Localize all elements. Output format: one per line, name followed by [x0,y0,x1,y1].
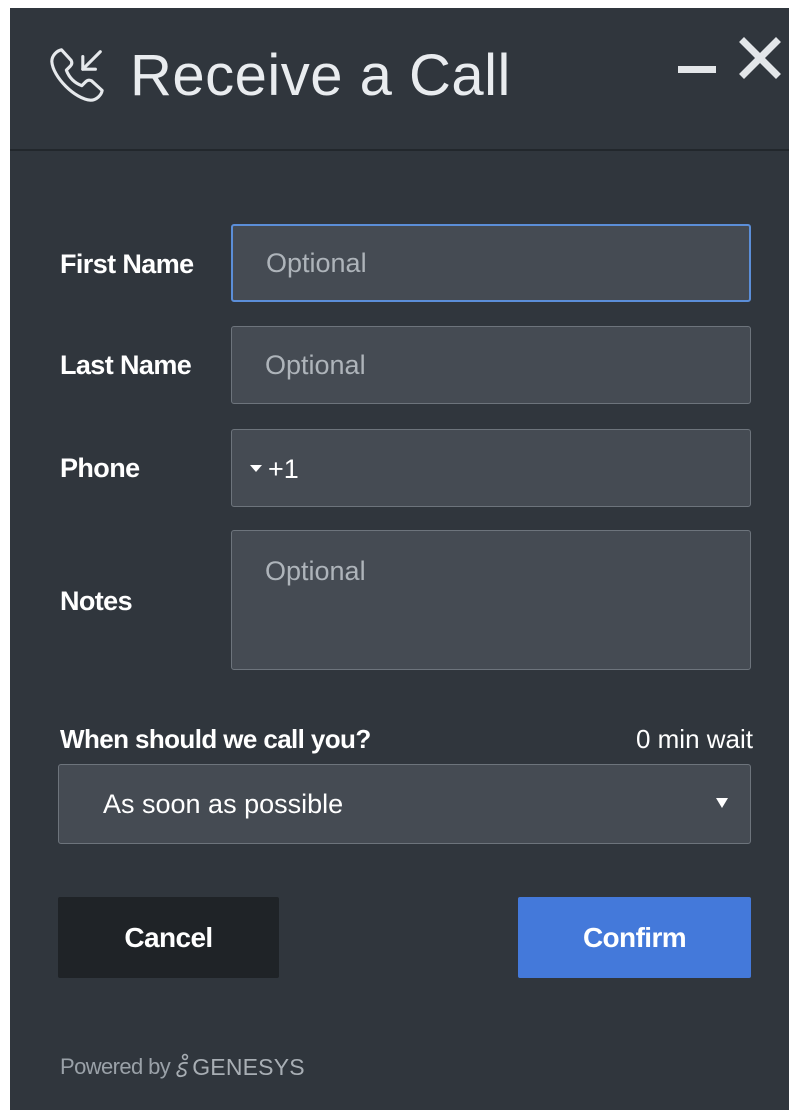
confirm-button[interactable]: Confirm [518,897,751,978]
call-time-select[interactable]: As soon as possible [58,764,751,844]
wait-time-text: 0 min wait [635,724,753,754]
phone-incoming-icon [50,48,104,102]
close-icon[interactable] [738,36,782,80]
genesys-logo[interactable]: GENESYS [174,1053,305,1081]
last-name-label: Last Name [60,350,192,380]
notes-label: Notes [60,586,133,616]
minimize-icon[interactable] [678,62,716,78]
schedule-label: When should we call you? [60,724,371,754]
powered-by-footer: Powered by GENESYS [60,1053,305,1081]
phone-label: Phone [60,453,140,483]
receive-call-dialog: Receive a Call First Name Last Name Phon… [10,8,789,1110]
call-time-selected-value: As soon as possible [103,789,344,819]
cancel-button[interactable]: Cancel [58,897,279,978]
genesys-logo-icon [176,1053,189,1078]
genesys-brand-text: GENESYS [192,1053,305,1080]
first-name-label: First Name [60,249,194,279]
country-code: +1 [268,454,299,484]
phone-input[interactable] [312,440,736,498]
powered-by-text: Powered by [60,1054,171,1079]
dialog-title: Receive a Call [130,43,511,108]
caret-down-icon [716,798,728,808]
dialog-header: Receive a Call [10,8,789,151]
caret-down-icon [250,465,262,472]
last-name-input[interactable] [231,326,751,404]
notes-textarea[interactable] [231,530,751,670]
first-name-input[interactable] [231,224,751,302]
phone-field: +1 [231,429,751,507]
